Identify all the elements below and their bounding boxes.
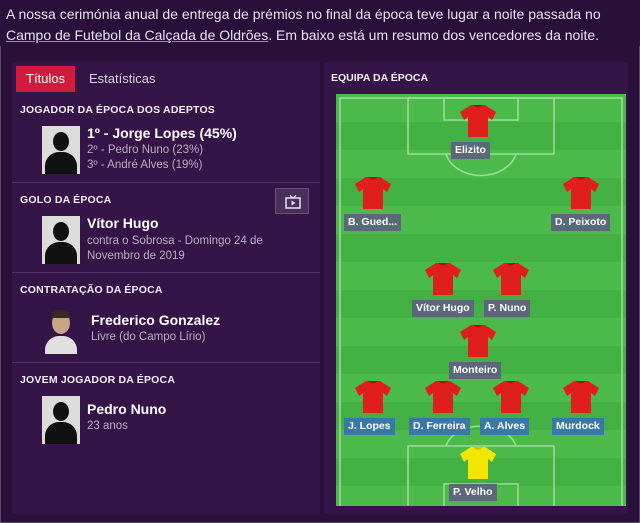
shirt-icon xyxy=(425,381,461,413)
tab-bar: Títulos Estatísticas xyxy=(16,66,169,92)
award-title: CONTRATAÇÃO DA ÉPOCA xyxy=(20,284,163,296)
player-name: P. Velho xyxy=(449,484,497,501)
award-third[interactable]: 3º - André Alves (19%) xyxy=(87,158,202,173)
divider xyxy=(12,362,320,363)
tab-statistics[interactable]: Estatísticas xyxy=(79,66,165,92)
player-name: D. Peixoto xyxy=(551,214,611,231)
shirt-icon xyxy=(493,381,529,413)
shirt-icon xyxy=(460,447,496,479)
player-name: B. Gued... xyxy=(344,214,402,231)
intro-text-part2: . Em baixo está um resumo dos vencedores… xyxy=(268,27,600,43)
award-goal-scorer[interactable]: Vítor Hugo xyxy=(87,215,159,231)
award-title: JOVEM JOGADOR DA ÉPOCA xyxy=(20,374,176,386)
award-winner[interactable]: 1º - Jorge Lopes (45%) xyxy=(87,125,237,141)
player-photo xyxy=(42,306,80,354)
player-name: A. Alves xyxy=(480,418,530,435)
shirt-icon xyxy=(493,263,529,295)
player-name: Murdock xyxy=(552,418,604,435)
shirt-icon xyxy=(425,263,461,295)
team-of-season-panel: EQUIPA DA ÉPOCA Elizito B. Gued... D. Pe… xyxy=(324,62,628,514)
divider xyxy=(12,182,320,183)
award-signing-name[interactable]: Frederico Gonzalez xyxy=(91,312,220,328)
shirt-icon xyxy=(563,177,599,209)
player-name: J. Lopes xyxy=(344,418,395,435)
pitch: Elizito B. Gued... D. Peixoto Vítor Hugo… xyxy=(336,94,626,506)
team-of-season-title: EQUIPA DA ÉPOCA xyxy=(331,72,429,84)
award-young-name[interactable]: Pedro Nuno xyxy=(87,401,166,417)
shirt-icon xyxy=(460,325,496,357)
award-young-detail: 23 anos xyxy=(87,420,128,432)
awards-panel: Títulos Estatísticas JOGADOR DA ÉPOCA DO… xyxy=(12,62,320,514)
avatar xyxy=(42,126,80,174)
award-goal-detail-2: Novembro de 2019 xyxy=(87,250,185,262)
tab-titles[interactable]: Títulos xyxy=(16,66,76,92)
intro-text: A nossa cerimónia anual de entrega de pr… xyxy=(0,0,640,46)
award-goal-detail-1: contra o Sobrosa - Domingo 24 de xyxy=(87,235,263,247)
player-name: Elizito xyxy=(451,142,490,159)
tv-icon xyxy=(285,195,301,209)
award-second[interactable]: 2º - Pedro Nuno (23%) xyxy=(87,143,203,158)
shirt-icon xyxy=(563,381,599,413)
player-name: Monteiro xyxy=(449,362,502,379)
shirt-icon xyxy=(355,381,391,413)
player-name: P. Nuno xyxy=(484,300,531,317)
award-title: GOLO DA ÉPOCA xyxy=(20,194,112,206)
divider xyxy=(12,272,320,273)
intro-text-part1: A nossa cerimónia anual de entrega de pr… xyxy=(6,6,601,22)
player-name: D. Ferreira xyxy=(409,418,470,435)
avatar xyxy=(42,396,80,444)
shirt-icon xyxy=(460,105,496,137)
watch-goal-button[interactable] xyxy=(275,188,309,214)
shirt-icon xyxy=(355,177,391,209)
award-title: JOGADOR DA ÉPOCA DOS ADEPTOS xyxy=(20,104,216,116)
award-signing-detail: Livre (do Campo Lírio) xyxy=(91,331,206,343)
player-name: Vítor Hugo xyxy=(412,300,474,317)
avatar xyxy=(42,216,80,264)
stadium-link[interactable]: Campo de Futebol da Calçada de Oldrões xyxy=(6,27,268,43)
